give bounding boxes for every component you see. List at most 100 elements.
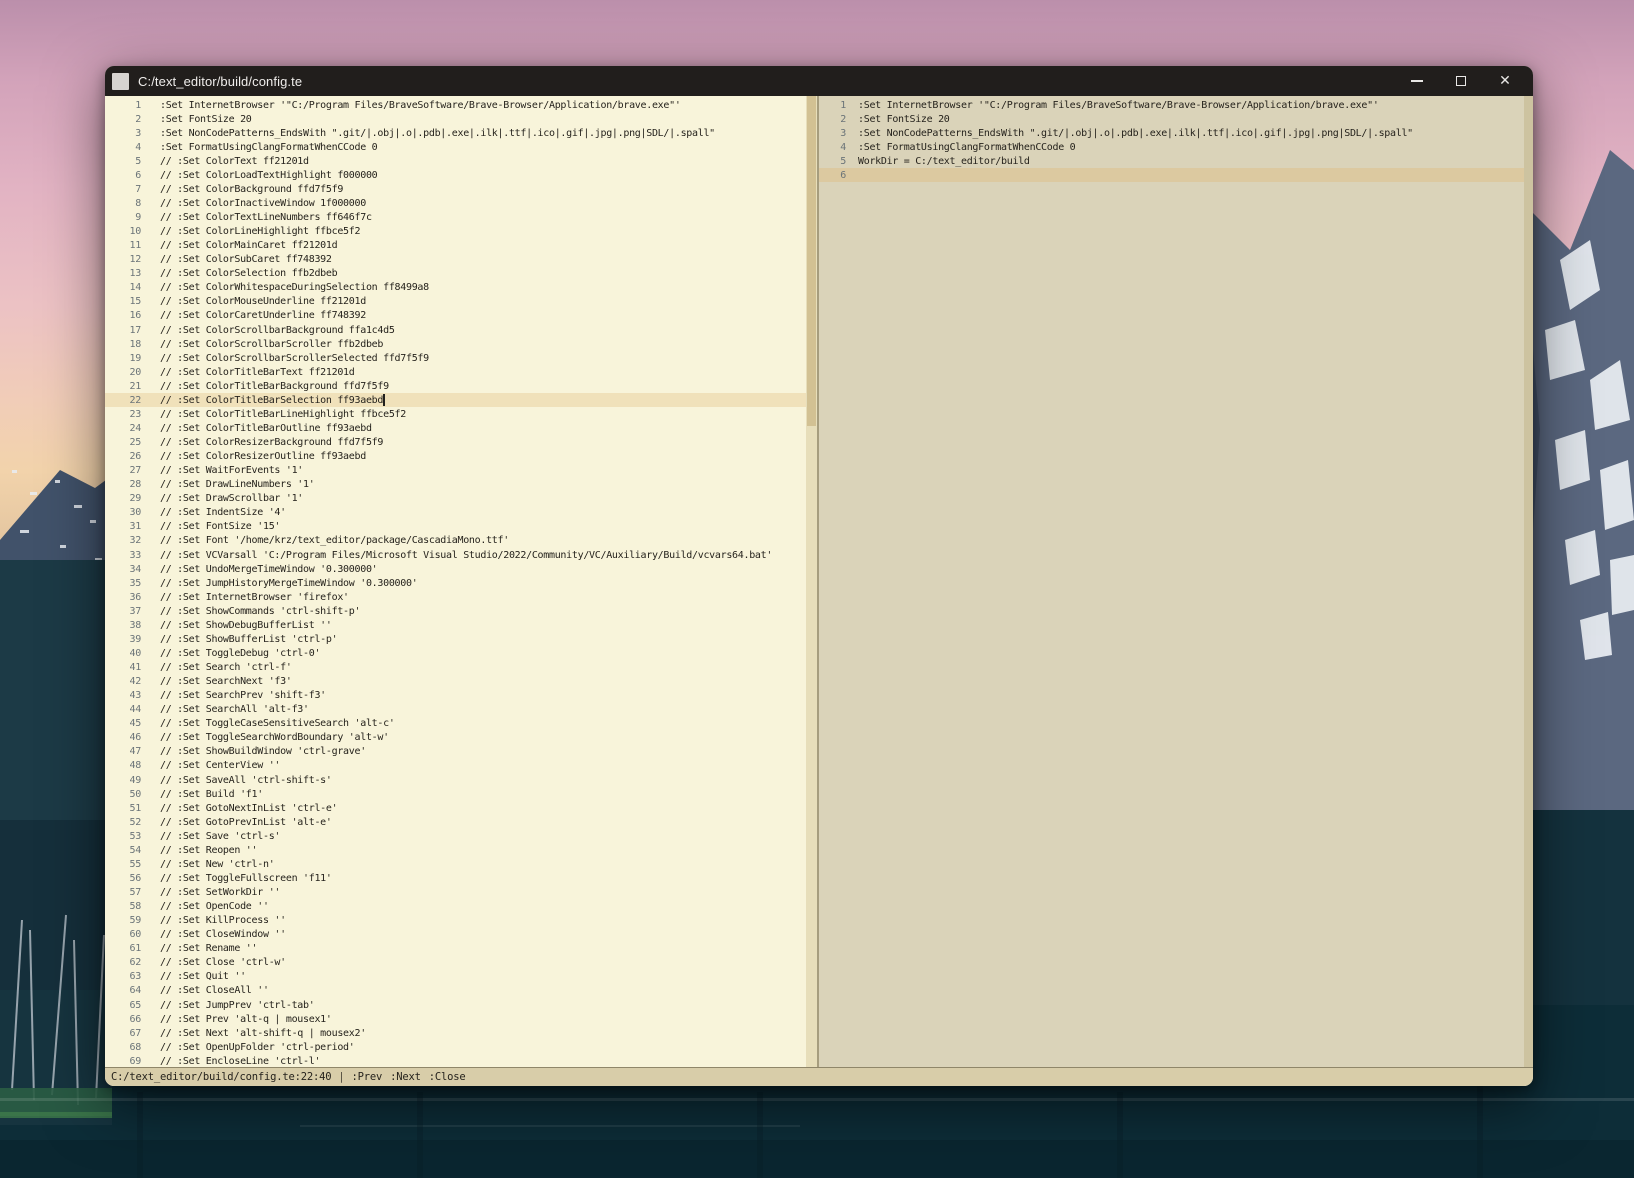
code-line[interactable]: 22// :Set ColorTitleBarSelection ff93aeb…	[105, 393, 806, 407]
code-line[interactable]: 68// :Set OpenUpFolder 'ctrl-period'	[105, 1040, 806, 1054]
code-line[interactable]: 15// :Set ColorMouseUnderline ff21201d	[105, 295, 806, 309]
code-line[interactable]: 6	[819, 168, 1524, 182]
code-line[interactable]: 32// :Set Font '/home/krz/text_editor/pa…	[105, 534, 806, 548]
code-line[interactable]: 2:Set FontSize 20	[819, 112, 1524, 126]
code-line[interactable]: 50// :Set Build 'f1'	[105, 787, 806, 801]
code-line[interactable]: 16// :Set ColorCaretUnderline ff748392	[105, 309, 806, 323]
line-text: // :Set Prev 'alt-q | mousex1'	[160, 1014, 332, 1025]
editor-content: 1:Set InternetBrowser '"C:/Program Files…	[105, 96, 1533, 1067]
code-line[interactable]: 66// :Set Prev 'alt-q | mousex1'	[105, 1012, 806, 1026]
code-line[interactable]: 1:Set InternetBrowser '"C:/Program Files…	[819, 98, 1524, 112]
code-line[interactable]: 40// :Set ToggleDebug 'ctrl-0'	[105, 646, 806, 660]
code-line[interactable]: 12// :Set ColorSubCaret ff748392	[105, 253, 806, 267]
code-line[interactable]: 6// :Set ColorLoadTextHighlight f000000	[105, 168, 806, 182]
code-line[interactable]: 29// :Set DrawScrollbar '1'	[105, 492, 806, 506]
code-line[interactable]: 28// :Set DrawLineNumbers '1'	[105, 478, 806, 492]
code-line[interactable]: 10// :Set ColorLineHighlight ffbce5f2	[105, 225, 806, 239]
code-line[interactable]: 61 // :Set Rename ''	[105, 942, 806, 956]
code-line[interactable]: 31// :Set FontSize '15'	[105, 520, 806, 534]
code-line[interactable]: 46// :Set ToggleSearchWordBoundary 'alt-…	[105, 731, 806, 745]
code-line[interactable]: 37// :Set ShowCommands 'ctrl-shift-p'	[105, 604, 806, 618]
window-titlebar[interactable]: C:/text_editor/build/config.te ✕	[105, 66, 1533, 96]
code-line[interactable]: 23// :Set ColorTitleBarLineHighlight ffb…	[105, 407, 806, 421]
code-line[interactable]: 45// :Set ToggleCaseSensitiveSearch 'alt…	[105, 717, 806, 731]
code-line[interactable]: 13// :Set ColorSelection ffb2dbeb	[105, 267, 806, 281]
line-number: 23	[105, 409, 141, 420]
line-number: 9	[105, 212, 141, 223]
line-text: // :Set Reopen ''	[160, 845, 257, 856]
maximize-button[interactable]	[1439, 66, 1483, 96]
close-button[interactable]: ✕	[1483, 66, 1527, 96]
line-text: // :Set JumpPrev 'ctrl-tab'	[160, 1000, 314, 1011]
code-line[interactable]: 57// :Set SetWorkDir ''	[105, 886, 806, 900]
code-line[interactable]: 1:Set InternetBrowser '"C:/Program Files…	[105, 98, 806, 112]
code-line[interactable]: 60// :Set CloseWindow ''	[105, 928, 806, 942]
line-number: 61	[105, 943, 141, 954]
code-line[interactable]: 53// :Set Save 'ctrl-s'	[105, 829, 806, 843]
code-line[interactable]: 5// :Set ColorText ff21201d	[105, 154, 806, 168]
code-line[interactable]: 64// :Set CloseAll ''	[105, 984, 806, 998]
code-line[interactable]: 14 // :Set ColorWhitespaceDuringSelection…	[105, 281, 806, 295]
code-line[interactable]: 58// :Set OpenCode ''	[105, 900, 806, 914]
code-line[interactable]: 27// :Set WaitForEvents '1'	[105, 464, 806, 478]
code-line[interactable]: 41// :Set Search 'ctrl-f'	[105, 661, 806, 675]
minimize-button[interactable]	[1395, 66, 1439, 96]
code-line[interactable]: 42// :Set SearchNext 'f3'	[105, 675, 806, 689]
line-number: 44	[105, 704, 141, 715]
code-line[interactable]: 35// :Set JumpHistoryMergeTimeWindow '0.…	[105, 576, 806, 590]
code-line[interactable]: 49// :Set SaveAll 'ctrl-shift-s'	[105, 773, 806, 787]
code-line[interactable]: 34// :Set UndoMergeTimeWindow '0.300000'	[105, 562, 806, 576]
line-text: // :Set OpenUpFolder 'ctrl-period'	[160, 1042, 355, 1053]
code-line[interactable]: 5WorkDir = C:/text_editor/build	[819, 154, 1524, 168]
code-line[interactable]: 44// :Set SearchAll 'alt-f3'	[105, 703, 806, 717]
code-line[interactable]: 56// :Set ToggleFullscreen 'f11'	[105, 871, 806, 885]
code-line[interactable]: 63// :Set Quit ''	[105, 970, 806, 984]
code-line[interactable]: 2:Set FontSize 20	[105, 112, 806, 126]
right-pane-scrollbar[interactable]	[1524, 96, 1533, 1067]
left-editor-pane[interactable]: 1:Set InternetBrowser '"C:/Program Files…	[105, 96, 806, 1067]
line-number: 24	[105, 423, 141, 434]
status-command-next[interactable]: :Next	[390, 1071, 421, 1083]
code-line[interactable]: 48// :Set CenterView ''	[105, 759, 806, 773]
line-text: // :Set Rename ''	[160, 943, 257, 954]
code-line[interactable]: 3:Set NonCodePatterns_EndsWith ".git/|.o…	[819, 126, 1524, 140]
code-line[interactable]: 33// :Set VCVarsall 'C:/Program Files/Mi…	[105, 548, 806, 562]
status-command-close[interactable]: :Close	[429, 1071, 466, 1083]
code-line[interactable]: 52// :Set GotoPrevInList 'alt-e'	[105, 815, 806, 829]
code-line[interactable]: 30// :Set IndentSize '4'	[105, 506, 806, 520]
code-line[interactable]: 51// :Set GotoNextInList 'ctrl-e'	[105, 801, 806, 815]
code-line[interactable]: 18// :Set ColorScrollbarScroller ffb2dbe…	[105, 337, 806, 351]
left-pane-scrollbar-thumb[interactable]	[807, 96, 816, 426]
code-line[interactable]: 47// :Set ShowBuildWindow 'ctrl-grave'	[105, 745, 806, 759]
code-line[interactable]: 59// :Set KillProcess ''	[105, 914, 806, 928]
code-line[interactable]: 4:Set FormatUsingClangFormatWhenCCode 0	[819, 140, 1524, 154]
code-line[interactable]: 3:Set NonCodePatterns_EndsWith ".git/|.o…	[105, 126, 806, 140]
code-line[interactable]: 36// :Set InternetBrowser 'firefox'	[105, 590, 806, 604]
code-line[interactable]: 67// :Set Next 'alt-shift-q | mousex2'	[105, 1026, 806, 1040]
code-line[interactable]: 54// :Set Reopen ''	[105, 843, 806, 857]
line-number: 14	[105, 282, 141, 293]
code-line[interactable]: 43// :Set SearchPrev 'shift-f3'	[105, 689, 806, 703]
code-line[interactable]: 55// :Set New 'ctrl-n'	[105, 857, 806, 871]
code-line[interactable]: 39// :Set ShowBufferList 'ctrl-p'	[105, 632, 806, 646]
code-line[interactable]: 4:Set FormatUsingClangFormatWhenCCode 0	[105, 140, 806, 154]
code-line[interactable]: 62// :Set Close 'ctrl-w'	[105, 956, 806, 970]
code-line[interactable]: 24// :Set ColorTitleBarOutline ff93aebd	[105, 421, 806, 435]
code-line[interactable]: 7// :Set ColorBackground ffd7f5f9	[105, 182, 806, 196]
code-line[interactable]: 69// :Set EncloseLine 'ctrl-l'	[105, 1054, 806, 1067]
code-line[interactable]: 19// :Set ColorScrollbarScrollerSelected…	[105, 351, 806, 365]
code-line[interactable]: 26// :Set ColorResizerOutline ff93aebd	[105, 450, 806, 464]
code-line[interactable]: 25// :Set ColorResizerBackground ffd7f5f…	[105, 436, 806, 450]
code-line[interactable]: 11// :Set ColorMainCaret ff21201d	[105, 239, 806, 253]
code-line[interactable]: 38// :Set ShowDebugBufferList ''	[105, 618, 806, 632]
code-line[interactable]: 8// :Set ColorInactiveWindow 1f000000	[105, 196, 806, 210]
right-editor-pane[interactable]: 1:Set InternetBrowser '"C:/Program Files…	[819, 96, 1524, 1067]
left-pane-scrollbar[interactable]	[806, 96, 817, 1067]
code-line[interactable]: 9// :Set ColorTextLineNumbers ff646f7c	[105, 211, 806, 225]
code-line[interactable]: 65// :Set JumpPrev 'ctrl-tab'	[105, 998, 806, 1012]
code-line[interactable]: 17// :Set ColorScrollbarBackground ffa1c…	[105, 323, 806, 337]
status-command-prev[interactable]: :Prev	[352, 1071, 383, 1083]
code-line[interactable]: 21// :Set ColorTitleBarBackground ffd7f5…	[105, 379, 806, 393]
code-line[interactable]: 20// :Set ColorTitleBarText ff21201d	[105, 365, 806, 379]
line-text: // :Set ColorWhitespaceDuringSelection f…	[160, 282, 429, 293]
